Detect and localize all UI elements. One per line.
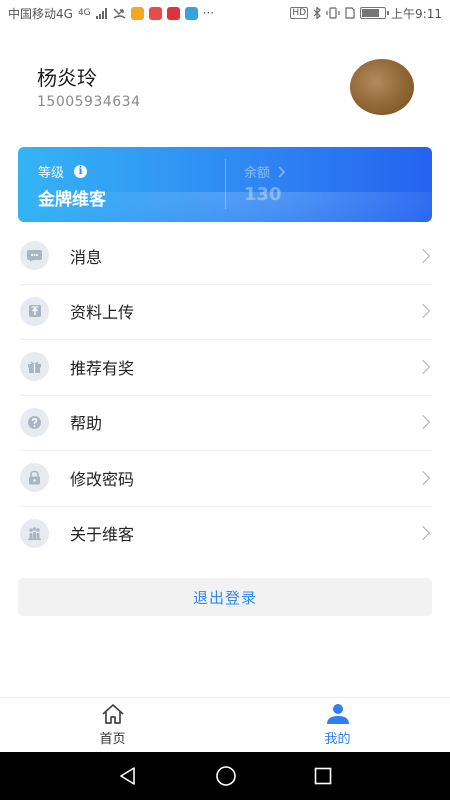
tab-label: 我的 <box>324 732 351 747</box>
help-icon <box>20 407 49 437</box>
member-level-card[interactable]: 等级 i 金牌维客 余额 130 <box>18 147 432 222</box>
menu-item-referral[interactable]: 推荐有奖 <box>0 339 450 395</box>
user-name: 杨炎玲 <box>37 66 97 90</box>
app-notification-icon <box>130 6 144 20</box>
status-right: HD 上午9:11 <box>290 5 442 22</box>
user-icon <box>326 704 349 724</box>
status-time: 上午9:11 <box>391 6 442 21</box>
home-icon <box>101 704 124 724</box>
gift-icon <box>20 352 49 382</box>
profile-header: 杨炎玲 15005934634 <box>0 26 450 144</box>
menu-item-label: 关于维客 <box>70 525 135 545</box>
app-notification-icon <box>166 6 180 20</box>
chevron-right-icon <box>278 165 286 178</box>
vibrate-icon <box>326 7 340 19</box>
app-notification-icon <box>148 6 162 20</box>
missed-call-icon <box>113 8 126 19</box>
home-circle-icon[interactable] <box>215 765 237 787</box>
menu-item-label: 推荐有奖 <box>70 358 135 378</box>
app-notification-icon <box>184 6 198 20</box>
tab-label: 首页 <box>99 732 126 747</box>
info-icon[interactable]: i <box>74 165 88 178</box>
balance-value: 130 <box>244 184 282 205</box>
battery-icon <box>360 7 390 19</box>
menu-item-change-password[interactable]: 修改密码 <box>0 450 450 506</box>
recents-icon[interactable] <box>314 767 332 785</box>
sim-icon <box>345 7 355 19</box>
chevron-right-icon <box>415 359 431 374</box>
carrier-label: 中国移动4G <box>8 6 73 21</box>
upload-icon <box>20 296 49 326</box>
level-value: 金牌维客 <box>38 190 106 210</box>
menu-item-label: 资料上传 <box>70 303 135 323</box>
menu-item-label: 修改密码 <box>70 469 135 489</box>
chevron-right-icon <box>415 526 431 541</box>
more-notifications-icon: ··· <box>202 6 215 20</box>
menu-item-label: 消息 <box>70 247 103 267</box>
bottom-tab-bar: 首页 我的 <box>0 697 450 752</box>
signal-icon <box>95 7 107 19</box>
menu-item-messages[interactable]: 消息 <box>0 228 450 284</box>
about-icon <box>20 518 49 548</box>
status-left: 中国移动4G 4G ··· <box>8 5 214 22</box>
tab-mine[interactable]: 我的 <box>225 698 450 752</box>
balance-label: 余额 <box>244 166 271 181</box>
settings-menu: 消息 资料上传 推荐有奖 帮助 修改密码 关于维客 <box>0 228 450 561</box>
chevron-right-icon <box>415 470 431 485</box>
message-icon <box>20 241 49 271</box>
chevron-right-icon <box>415 304 431 319</box>
user-phone: 15005934634 <box>37 94 141 110</box>
system-navigation-bar <box>0 752 450 800</box>
network-badge: 4G <box>77 8 91 18</box>
lock-icon <box>20 463 49 493</box>
bluetooth-icon <box>313 7 321 19</box>
chevron-right-icon <box>415 415 431 430</box>
menu-item-label: 帮助 <box>70 414 103 434</box>
avatar[interactable] <box>350 59 414 115</box>
card-divider <box>225 159 226 209</box>
level-label: 等级 <box>38 166 65 181</box>
menu-item-upload[interactable]: 资料上传 <box>0 283 450 340</box>
menu-item-about[interactable]: 关于维客 <box>0 505 450 562</box>
logout-button[interactable]: 退出登录 <box>18 578 432 616</box>
level-label-row: 等级 i <box>38 162 88 181</box>
chevron-right-icon <box>415 248 431 263</box>
back-icon[interactable] <box>118 766 138 786</box>
status-bar: 中国移动4G 4G ··· HD 上午9:11 <box>0 0 450 26</box>
hd-badge: HD <box>290 7 309 19</box>
menu-item-help[interactable]: 帮助 <box>0 394 450 451</box>
tab-home[interactable]: 首页 <box>0 698 225 752</box>
balance-label-row[interactable]: 余额 <box>244 162 286 181</box>
